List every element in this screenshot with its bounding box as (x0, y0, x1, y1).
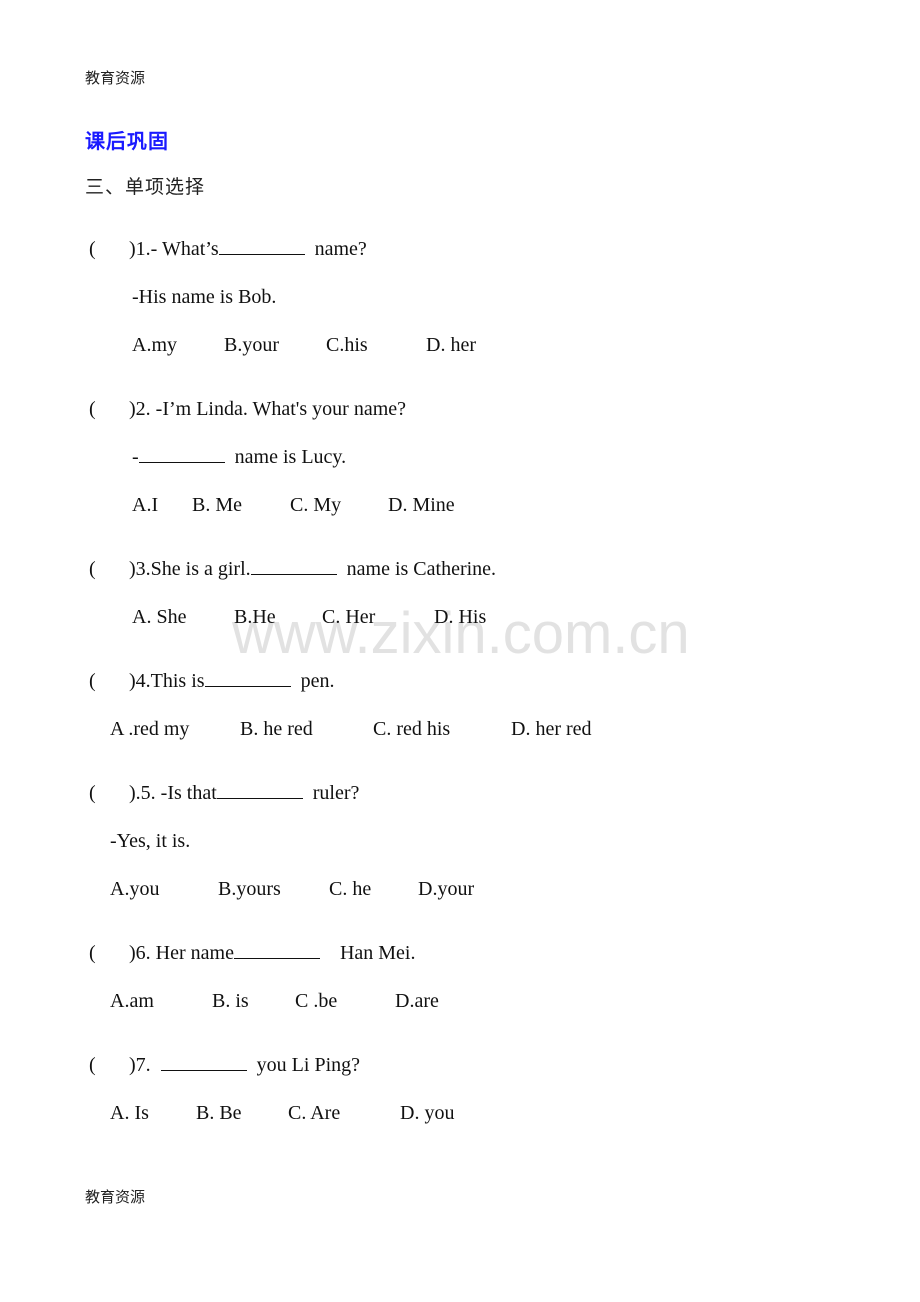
option-c: C. red his (373, 718, 451, 740)
answer-blank[interactable] (216, 782, 303, 799)
option-a: A. She (132, 606, 187, 628)
option-c: C. My (290, 494, 342, 516)
question-stem: )4.This is pen. (129, 669, 334, 693)
answer-bracket[interactable]: ( (89, 669, 96, 693)
answer-bracket[interactable]: ( (89, 781, 96, 805)
option-d: D. Mine (388, 494, 455, 516)
option-b: B.yours (218, 878, 281, 900)
page-footer: 教育资源 (85, 1188, 146, 1206)
question-text: ).5. -Is that (129, 782, 217, 804)
option-a: A .red my (110, 718, 190, 740)
answer-blank[interactable] (233, 942, 320, 959)
option-c: C. he (329, 878, 372, 900)
question-text-after: you Li Ping? (256, 1054, 361, 1076)
option-a: A.I (132, 494, 159, 516)
option-d: D.your (418, 878, 475, 900)
question-stem: )6. Her name Han Mei. (129, 941, 416, 965)
answer-blank[interactable] (218, 238, 305, 255)
question-stem: ).5. -Is that ruler? (129, 781, 359, 805)
response-text: name is Lucy. (234, 446, 347, 468)
page-header: 教育资源 (85, 69, 146, 87)
answer-blank[interactable] (160, 1054, 247, 1071)
question-text: )2. -I’m Linda. What's your name? (129, 398, 407, 420)
option-a: A.am (110, 990, 154, 1012)
question-text-after: pen. (300, 670, 335, 692)
question-text: )4.This is (129, 670, 205, 692)
question-text-after: Han Mei. (339, 942, 416, 964)
option-b: B. he red (240, 718, 313, 740)
exercise-heading: 三、单项选择 (85, 176, 206, 198)
answer-bracket[interactable]: ( (89, 237, 96, 261)
option-a: A. Is (110, 1102, 149, 1124)
answer-blank[interactable] (204, 670, 291, 687)
question-stem: )1.- What’s name? (129, 237, 367, 261)
option-b: B. Me (192, 494, 242, 516)
option-d: D. His (434, 606, 487, 628)
question-text: )1.- What’s (129, 238, 219, 260)
option-c: C. Her (322, 606, 376, 628)
option-c: C.his (326, 334, 368, 356)
section-title: 课后巩固 (85, 129, 169, 153)
option-b: B. is (212, 990, 249, 1012)
answer-bracket[interactable]: ( (89, 1053, 96, 1077)
answer-blank[interactable] (250, 558, 337, 575)
question-response: -His name is Bob. (132, 286, 277, 308)
option-b: B.your (224, 334, 279, 356)
answer-bracket[interactable]: ( (89, 557, 96, 581)
question-text-after: ruler? (312, 782, 360, 804)
answer-blank[interactable] (138, 446, 225, 463)
option-a: A.my (132, 334, 177, 356)
option-d: D. her red (511, 718, 592, 740)
question-stem: )7. you Li Ping? (129, 1053, 360, 1077)
option-a: A.you (110, 878, 160, 900)
question-text-after: name? (314, 238, 367, 260)
answer-bracket[interactable]: ( (89, 397, 96, 421)
option-d: D. you (400, 1102, 455, 1124)
question-text-after: name is Catherine. (346, 558, 497, 580)
question-text: )7. (129, 1054, 151, 1076)
question-text: )6. Her name (129, 942, 234, 964)
option-b: B.He (234, 606, 276, 628)
option-d: D. her (426, 334, 476, 356)
question-response: -Yes, it is. (110, 830, 191, 852)
option-c: C .be (295, 990, 338, 1012)
option-b: B. Be (196, 1102, 242, 1124)
answer-bracket[interactable]: ( (89, 941, 96, 965)
option-c: C. Are (288, 1102, 341, 1124)
response-dash: - (132, 446, 139, 468)
question-stem: )3.She is a girl. name is Catherine. (129, 557, 496, 581)
question-response: - name is Lucy. (132, 445, 346, 469)
question-text: )3.She is a girl. (129, 558, 251, 580)
option-d: D.are (395, 990, 439, 1012)
